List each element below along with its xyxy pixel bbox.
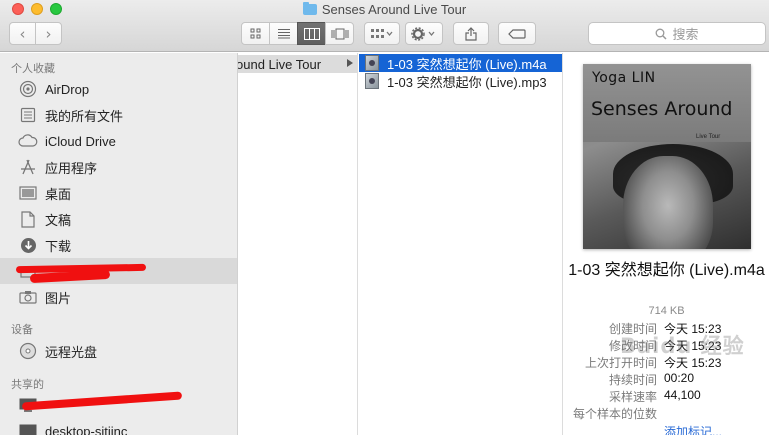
meta-value: 今天 15:23 <box>664 356 722 370</box>
applications-icon <box>18 158 38 176</box>
airdrop-icon <box>18 80 38 98</box>
meta-key: 采样速率 <box>608 390 657 404</box>
list-view-button[interactable] <box>269 22 298 45</box>
cloud-icon <box>18 132 38 150</box>
sidebar-item-pictures[interactable]: 图片 <box>0 284 237 310</box>
sidebar-item-airdrop[interactable]: AirDrop <box>0 76 237 102</box>
sidebar-item-label: 我的所有文件 <box>45 108 124 124</box>
document-icon <box>18 210 38 228</box>
sidebar-item-label: 文稿 <box>45 212 72 228</box>
shared-heading: 共享的 <box>11 379 44 391</box>
desktop-icon <box>18 184 38 202</box>
folder-name: ound Live Tour <box>238 56 322 72</box>
sidebar-item-desktop[interactable]: 桌面 <box>0 180 237 206</box>
sidebar-item-label: 桌面 <box>45 186 72 202</box>
arrange-icon <box>371 28 393 38</box>
file-name: 1-03 突然想起你 (Live).m4a <box>387 56 547 72</box>
artwork-artist: Yoga LIN <box>592 70 656 86</box>
meta-key: 持续时间 <box>608 373 657 387</box>
file-row[interactable]: 1-03 突然想起你 (Live).mp3 <box>359 72 562 90</box>
sidebar-item-label: desktop-sitiinc <box>45 423 128 435</box>
audio-file-icon <box>365 55 379 71</box>
artwork-face <box>623 156 713 249</box>
forward-button[interactable]: › <box>35 22 62 45</box>
artwork-subtitle: Live Tour <box>696 134 721 140</box>
window-title: Senses Around Live Tour <box>0 1 769 19</box>
cover-flow-icon <box>331 28 348 39</box>
sidebar-item-label: AirDrop <box>45 81 90 97</box>
search-field[interactable]: 搜索 <box>588 22 766 45</box>
files-column: 1-03 突然想起你 (Live).m4a 1-03 突然想起你 (Live).… <box>359 53 563 435</box>
add-tags-link[interactable]: 添加标记... <box>664 423 722 435</box>
all-files-icon <box>18 106 38 124</box>
audio-file-icon <box>365 73 379 89</box>
sidebar-item-icloud-drive[interactable]: iCloud Drive <box>0 128 237 154</box>
tag-icon <box>508 28 526 39</box>
sidebar-item-label: 下载 <box>45 238 72 254</box>
arrange-button[interactable] <box>364 22 400 45</box>
file-row[interactable]: 1-03 突然想起你 (Live).m4a <box>359 54 562 72</box>
grid-icon <box>250 28 260 38</box>
download-icon <box>18 236 38 254</box>
sidebar-item-all-files[interactable]: 我的所有文件 <box>0 102 237 128</box>
meta-row-created: 创建时间 今天 15:23 <box>564 320 769 336</box>
folder-icon <box>302 2 317 15</box>
search-icon <box>656 28 668 40</box>
icon-view-button[interactable] <box>241 22 270 45</box>
gear-icon <box>411 26 435 41</box>
meta-row-sample-rate: 采样速率 44,100 <box>564 388 769 404</box>
meta-key: 创建时间 <box>608 322 657 336</box>
preview-filesize: 714 KB <box>648 305 685 317</box>
meta-key: 每个样本的位数 <box>572 407 657 421</box>
list-icon <box>277 29 290 39</box>
view-mode-control <box>241 22 354 45</box>
meta-value: 00:20 <box>664 371 695 385</box>
preview-pane: Yoga LIN Senses Around Live Tour 1-03 突然… <box>564 53 769 435</box>
camera-icon <box>18 288 38 306</box>
meta-value: 今天 15:23 <box>664 322 722 336</box>
sidebar-item-applications[interactable]: 应用程序 <box>0 154 237 180</box>
album-artwork: Yoga LIN Senses Around Live Tour <box>583 64 751 249</box>
meta-row-last-opened: 上次打开时间 今天 15:23 <box>564 354 769 370</box>
sidebar-item-label: 远程光盘 <box>45 344 98 360</box>
meta-row-modified: 修改时间 今天 15:23 <box>564 337 769 353</box>
chevron-left-icon: ‹ <box>19 24 26 43</box>
action-menu-button[interactable] <box>405 22 443 45</box>
preview-filename: 1-03 突然想起你 (Live).m4a <box>568 262 765 279</box>
disclosure-arrow-icon <box>347 59 353 67</box>
window-title-text: Senses Around Live Tour <box>321 2 467 17</box>
computer-icon <box>18 422 38 435</box>
devices-heading: 设备 <box>11 324 33 336</box>
search-placeholder: 搜索 <box>672 27 699 42</box>
folder-row-senses-around[interactable]: ound Live Tour <box>238 55 357 73</box>
parent-column: ound Live Tour <box>238 53 358 435</box>
sidebar-item-label: 应用程序 <box>45 160 98 176</box>
cover-flow-view-button[interactable] <box>325 22 354 45</box>
sidebar-item-documents[interactable]: 文稿 <box>0 206 237 232</box>
sidebar-item-desktop-sitiinc[interactable]: desktop-sitiinc <box>0 418 237 435</box>
favorites-heading: 个人收藏 <box>11 63 55 75</box>
meta-row-bits-per-sample: 每个样本的位数 <box>564 405 769 421</box>
window-toolbar: Senses Around Live Tour ‹ › 搜索 <box>0 0 769 52</box>
meta-value: 44,100 <box>664 388 701 402</box>
meta-row-duration: 持续时间 00:20 <box>564 371 769 387</box>
file-name: 1-03 突然想起你 (Live).mp3 <box>387 74 547 90</box>
share-icon <box>465 26 477 41</box>
sidebar-item-remote-disc[interactable]: 远程光盘 <box>0 338 237 364</box>
disc-icon <box>18 342 38 360</box>
meta-value: 今天 15:23 <box>664 339 722 353</box>
chevron-right-icon: › <box>45 24 52 43</box>
sidebar-item-label: iCloud Drive <box>45 133 116 149</box>
sidebar-item-downloads[interactable]: 下载 <box>0 232 237 258</box>
tag-button[interactable] <box>498 22 536 45</box>
meta-key: 修改时间 <box>608 339 657 353</box>
artwork-album: Senses Around <box>591 98 733 120</box>
share-button[interactable] <box>453 22 489 45</box>
column-view-button[interactable] <box>297 22 326 45</box>
back-button[interactable]: ‹ <box>9 22 36 45</box>
sidebar-item-label: 图片 <box>45 290 72 306</box>
meta-key: 上次打开时间 <box>584 356 657 370</box>
columns-icon <box>303 27 320 40</box>
sidebar: 个人收藏 AirDrop 我的所有文件 iCloud Drive 应用程序 桌面 <box>0 53 238 435</box>
